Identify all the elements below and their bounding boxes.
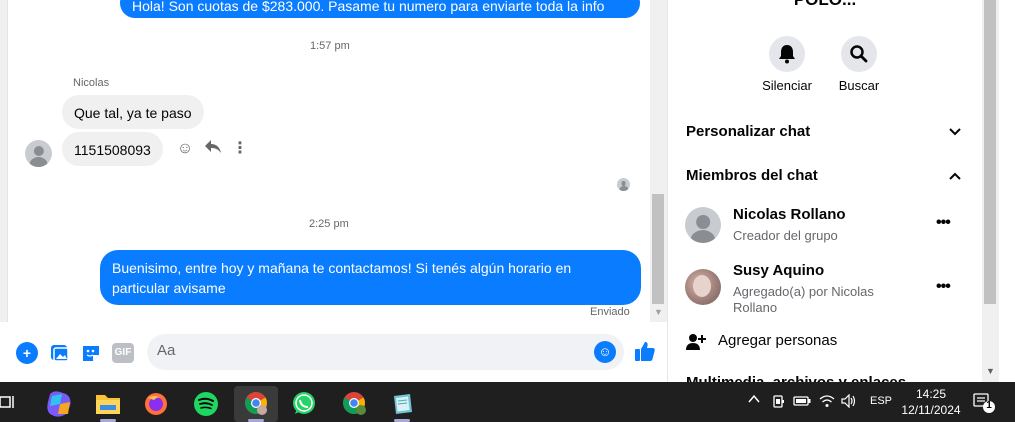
message-incoming[interactable]: Que tal, ya te paso bbox=[62, 95, 204, 129]
reply-icon[interactable] bbox=[203, 139, 223, 159]
avatar[interactable] bbox=[25, 140, 52, 167]
mute-button[interactable] bbox=[769, 36, 805, 72]
member-name[interactable]: Nicolas Rollano bbox=[733, 206, 846, 223]
file-explorer-icon[interactable] bbox=[86, 386, 130, 422]
wifi-icon[interactable] bbox=[819, 394, 835, 411]
message-input[interactable] bbox=[157, 342, 587, 359]
member-options-icon[interactable]: ••• bbox=[936, 214, 951, 232]
chat-thread: Hola! Son cuotas de $283.000. Pasame tu … bbox=[0, 0, 650, 322]
like-icon[interactable] bbox=[634, 340, 656, 368]
clock-time: 14:25 bbox=[915, 387, 947, 401]
bell-icon bbox=[779, 45, 795, 64]
panel-scrollbar[interactable]: ▼ bbox=[982, 0, 999, 382]
member-name[interactable]: Susy Aquino bbox=[733, 262, 824, 279]
avatar[interactable] bbox=[685, 207, 721, 243]
volume-icon[interactable] bbox=[840, 393, 858, 411]
scrollbar-thumb[interactable] bbox=[984, 0, 996, 304]
message-status: Enviado bbox=[590, 306, 630, 318]
message-outgoing[interactable]: Buenisimo, entre hoy y mañana te contact… bbox=[100, 250, 641, 305]
clock[interactable]: 14:25 12/11/2024 bbox=[896, 386, 966, 418]
spotify-icon[interactable] bbox=[184, 386, 228, 422]
composer: + GIF ☺ bbox=[0, 322, 667, 382]
whatsapp-icon[interactable] bbox=[282, 386, 326, 422]
sticker-icon[interactable] bbox=[80, 342, 102, 364]
task-view-icon[interactable] bbox=[0, 394, 16, 410]
members-section[interactable]: Miembros del chat bbox=[686, 167, 818, 184]
chat-info-panel: POLO... Silenciar Buscar Personalizar ch… bbox=[668, 0, 982, 382]
window-edge bbox=[999, 0, 1015, 382]
copilot-icon[interactable] bbox=[38, 386, 82, 422]
chevron-down-icon[interactable] bbox=[948, 126, 962, 140]
language-indicator[interactable]: ESP bbox=[870, 395, 892, 407]
message-input-box[interactable]: ☺ bbox=[147, 334, 624, 370]
member-role: Agregado(a) por Nicolas Rollano bbox=[733, 284, 874, 315]
scrollbar-thumb[interactable] bbox=[652, 194, 664, 304]
emoji-icon[interactable]: ☺ bbox=[594, 341, 616, 363]
message-outgoing[interactable]: Hola! Son cuotas de $283.000. Pasame tu … bbox=[120, 0, 640, 18]
plus-icon[interactable]: + bbox=[16, 342, 38, 364]
mute-label: Silenciar bbox=[762, 78, 812, 93]
taskbar: ESP 14:25 12/11/2024 1 bbox=[0, 382, 1015, 422]
left-edge bbox=[0, 0, 8, 322]
message-incoming[interactable]: 1151508093 bbox=[62, 132, 163, 166]
avatar[interactable] bbox=[685, 269, 721, 305]
chevron-up-icon[interactable] bbox=[948, 170, 962, 184]
notification-count: 1 bbox=[986, 400, 992, 411]
search-icon bbox=[850, 45, 868, 63]
member-role: Creador del grupo bbox=[733, 228, 838, 243]
chrome-profile-icon[interactable] bbox=[332, 386, 376, 422]
timestamp: 1:57 pm bbox=[310, 40, 350, 52]
add-person-icon[interactable] bbox=[685, 332, 707, 352]
search-button[interactable] bbox=[841, 36, 877, 72]
gif-icon[interactable]: GIF bbox=[112, 343, 134, 363]
group-name: POLO... bbox=[668, 0, 982, 10]
more-icon[interactable]: ⋮ bbox=[230, 139, 250, 159]
notification-icon[interactable]: 1 bbox=[973, 392, 997, 414]
customize-chat-section[interactable]: Personalizar chat bbox=[686, 123, 810, 140]
image-icon[interactable] bbox=[49, 342, 71, 364]
timestamp: 2:25 pm bbox=[309, 218, 349, 230]
scroll-down-icon[interactable]: ▼ bbox=[986, 366, 995, 376]
react-icon[interactable]: ☺ bbox=[175, 139, 195, 159]
battery-saver-icon[interactable] bbox=[772, 393, 786, 412]
scroll-down-icon[interactable]: ▼ bbox=[654, 307, 663, 317]
search-label: Buscar bbox=[838, 78, 880, 93]
chevron-up-icon[interactable] bbox=[747, 392, 761, 409]
add-people-label[interactable]: Agregar personas bbox=[718, 332, 837, 349]
firefox-icon[interactable] bbox=[134, 386, 178, 422]
chrome-icon[interactable] bbox=[234, 386, 278, 422]
media-section[interactable]: Multimedia, archivos y enlaces bbox=[686, 374, 906, 382]
member-options-icon[interactable]: ••• bbox=[936, 278, 951, 296]
chat-scrollbar[interactable]: ▼ bbox=[650, 0, 667, 322]
sender-name: Nicolas bbox=[73, 77, 110, 89]
read-receipt-avatar bbox=[617, 178, 630, 191]
battery-icon[interactable] bbox=[793, 395, 811, 410]
clock-date: 12/11/2024 bbox=[901, 403, 961, 417]
notepad-icon[interactable] bbox=[380, 386, 424, 422]
